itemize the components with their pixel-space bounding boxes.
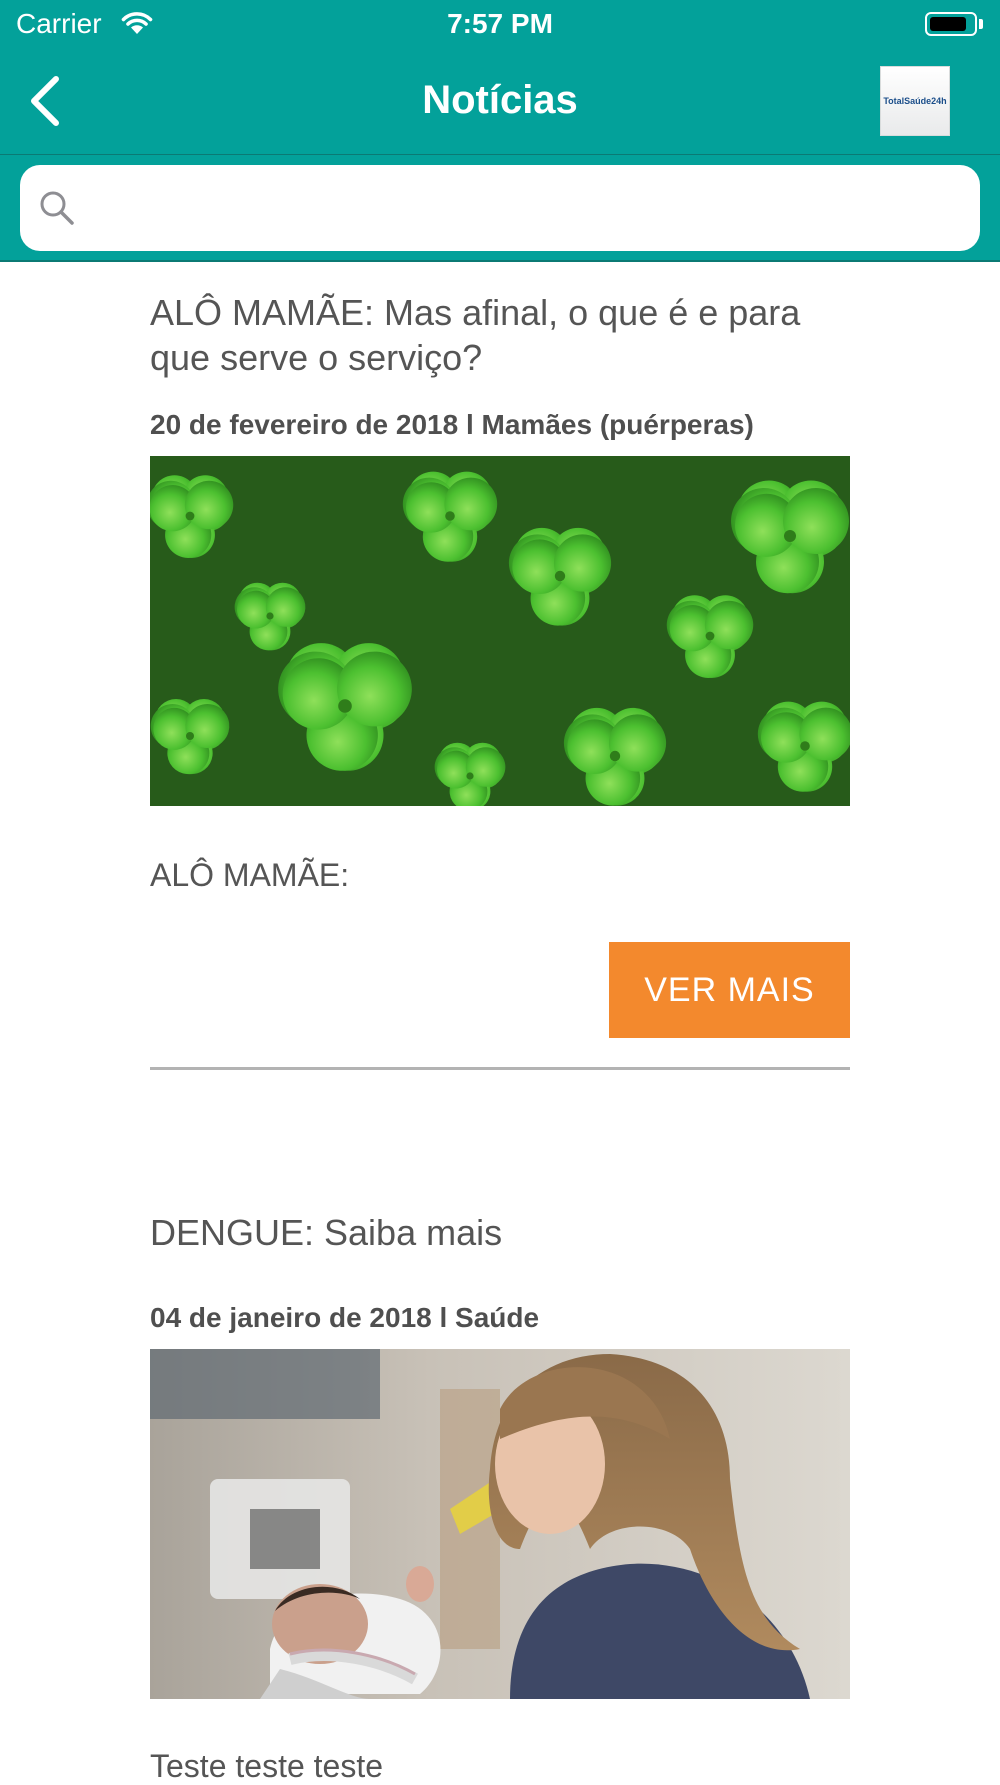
brand-logo-text: TotalSaúde24h: [883, 96, 947, 106]
search-bar: [0, 155, 1000, 262]
status-time: 7:57 PM: [447, 8, 553, 39]
article-meta: 04 de janeiro de 2018 l Saúde: [150, 1302, 540, 1333]
battery-cap: [979, 19, 983, 29]
article-excerpt: ALÔ MAMÃE:: [150, 857, 350, 893]
search-icon: [40, 191, 74, 225]
clover-photo: [150, 456, 850, 806]
search-input[interactable]: [98, 177, 962, 239]
article-image-nurse[interactable]: [150, 1349, 850, 1699]
battery-icon: [925, 12, 977, 36]
article-image-clover[interactable]: [150, 456, 850, 806]
search-box[interactable]: [20, 165, 980, 251]
article-actions: VER MAIS: [150, 894, 850, 1070]
news-article: DENGUE: Saiba mais 04 de janeiro de 2018…: [150, 1070, 850, 1785]
status-bar: Carrier 7:57 PM: [0, 0, 1000, 50]
nav-bar: Notícias TotalSaúde24h: [0, 50, 1000, 155]
article-meta: 20 de fevereiro de 2018 l Mamães (puérpe…: [150, 409, 754, 440]
article-excerpt: Teste teste teste: [150, 1748, 384, 1784]
news-article: ALÔ MAMÃE: Mas afinal, o que é e para qu…: [150, 262, 850, 1070]
article-headline[interactable]: DENGUE: Saiba mais: [150, 1070, 850, 1255]
ver-mais-button[interactable]: VER MAIS: [609, 942, 850, 1038]
news-feed: ALÔ MAMÃE: Mas afinal, o que é e para qu…: [0, 262, 1000, 1785]
nurse-newborn-photo: [150, 1349, 850, 1699]
article-headline[interactable]: ALÔ MAMÃE: Mas afinal, o que é e para qu…: [150, 262, 850, 380]
page-title: Notícias: [422, 78, 578, 122]
brand-logo[interactable]: TotalSaúde24h: [880, 66, 950, 136]
battery-level: [930, 17, 966, 31]
